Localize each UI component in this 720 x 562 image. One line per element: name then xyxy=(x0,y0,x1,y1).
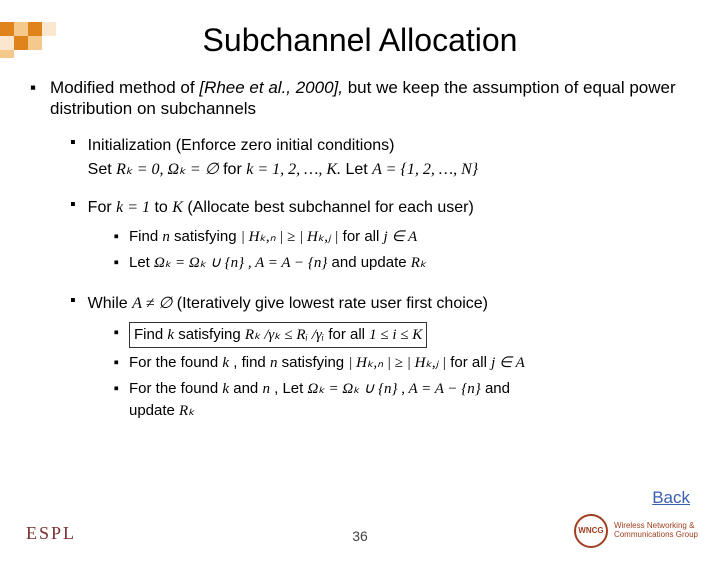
m: Ωₖ = Ωₖ ∪ {n} , A = A − {n} xyxy=(154,255,327,271)
t: For xyxy=(88,199,116,216)
t: Find xyxy=(129,228,162,245)
m: k = 1 xyxy=(116,199,150,216)
m: | Hₖ,ₙ | ≥ | Hₖ,ⱼ | xyxy=(241,229,339,245)
t: Set xyxy=(88,161,116,178)
t: While xyxy=(88,295,132,312)
bullet-icon: ▪ xyxy=(114,252,119,274)
t: satisfying xyxy=(282,354,349,371)
logo-wncg: WNCG Wireless Networking & Communication… xyxy=(574,514,698,548)
slide-body: ▪ Modified method of [Rhee et al., 2000]… xyxy=(0,77,720,426)
m: | Hₖ,ₙ | ≥ | Hₖ,ⱼ | xyxy=(348,355,446,371)
step-init: ▪ Initialization (Enforce zero initial c… xyxy=(70,134,690,182)
bullet-icon: ▪ xyxy=(114,378,119,422)
step-while: ▪ While A ≠ ∅ (Iteratively give lowest r… xyxy=(70,292,690,426)
t: for all xyxy=(343,228,384,245)
t: and update xyxy=(332,254,411,271)
m: k xyxy=(222,381,229,397)
t: Find xyxy=(134,326,167,343)
wncg-circle-icon: WNCG xyxy=(574,514,608,548)
bullet-icon: ▪ xyxy=(30,77,36,120)
m: Ωₖ = Ωₖ ∪ {n} , A = A − {n} xyxy=(307,381,480,397)
m: k xyxy=(222,355,229,371)
m: Rₖ xyxy=(179,403,195,419)
corner-decoration xyxy=(0,22,100,62)
m: j ∈ A xyxy=(384,229,418,245)
t: satisfying xyxy=(174,228,241,245)
init-head: Initialization (Enforce zero initial con… xyxy=(88,137,395,154)
m: n xyxy=(270,355,278,371)
m: Rₖ = 0, xyxy=(116,161,167,178)
t: (Iteratively give lowest rate user first… xyxy=(177,295,488,312)
bullet-icon: ▪ xyxy=(114,322,119,348)
bullet-icon: ▪ xyxy=(70,134,76,182)
m: Ωₖ = ∅ xyxy=(168,161,219,178)
t: for xyxy=(223,161,246,178)
m: n xyxy=(162,229,170,245)
m: k = 1, 2, …, K. xyxy=(246,161,341,178)
t: For the found xyxy=(129,354,222,371)
intro-pre: Modified method of xyxy=(50,78,199,97)
intro-text: Modified method of [Rhee et al., 2000], … xyxy=(50,77,690,120)
intro-cite: [Rhee et al., 2000], xyxy=(199,78,343,97)
t: satisfying xyxy=(178,326,245,343)
m: j ∈ A xyxy=(491,355,525,371)
t: to xyxy=(154,199,172,216)
m: Rₖ /γₖ ≤ Rᵢ /γᵢ xyxy=(245,327,324,343)
bullet-icon: ▪ xyxy=(70,292,76,426)
m: k xyxy=(167,327,174,343)
m: n xyxy=(262,381,270,397)
m: A = {1, 2, …, N} xyxy=(372,161,478,178)
bullet-icon: ▪ xyxy=(70,196,76,278)
bullet-icon: ▪ xyxy=(114,352,119,374)
bullet-icon: ▪ xyxy=(114,226,119,248)
t: , Let xyxy=(274,380,307,397)
m: K xyxy=(172,199,183,216)
t: update xyxy=(129,402,179,419)
t: (Allocate best subchannel for each user) xyxy=(187,199,473,216)
step-for: ▪ For k = 1 to K (Allocate best subchann… xyxy=(70,196,690,278)
logo-espl: ESPL xyxy=(26,523,76,544)
m: 1 ≤ i ≤ K xyxy=(369,327,422,343)
back-link[interactable]: Back xyxy=(652,488,690,508)
slide-title: Subchannel Allocation xyxy=(0,22,720,59)
t: , find xyxy=(233,354,270,371)
t: For the found xyxy=(129,380,222,397)
t: for all xyxy=(328,326,369,343)
t: Let xyxy=(129,254,154,271)
wncg-line2: Communications Group xyxy=(614,531,698,540)
m: A ≠ ∅ xyxy=(132,295,172,312)
t: and xyxy=(485,380,510,397)
t: and xyxy=(233,380,262,397)
t: for all xyxy=(450,354,491,371)
m: Rₖ xyxy=(411,255,427,271)
t: Let xyxy=(345,161,372,178)
